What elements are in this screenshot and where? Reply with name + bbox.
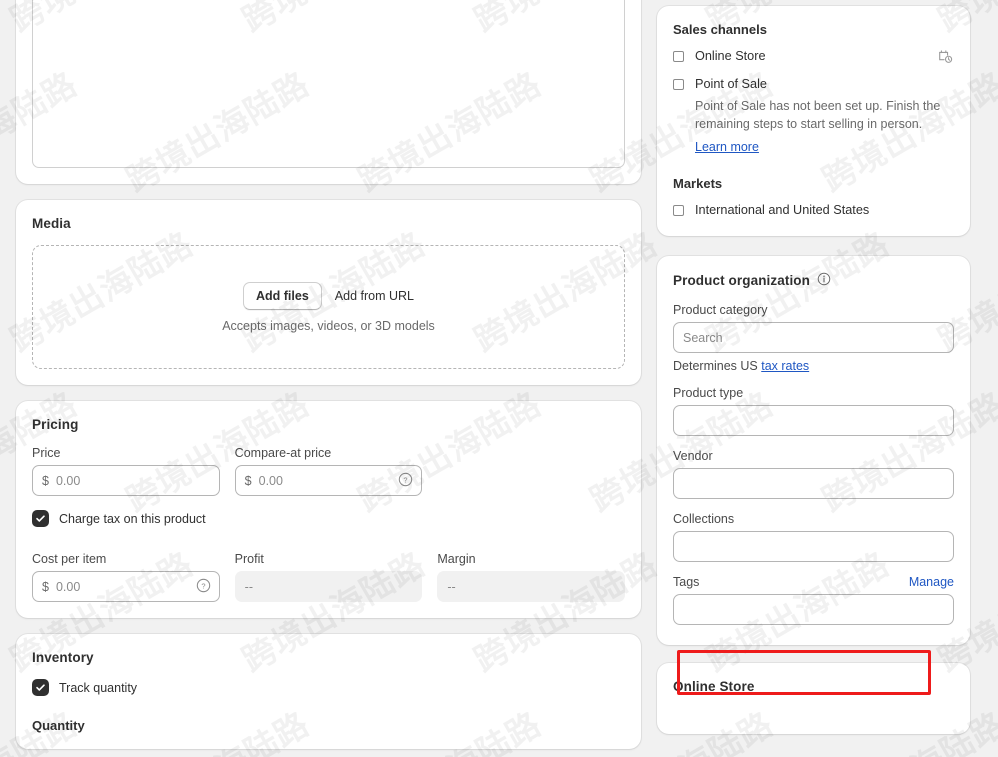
media-title: Media bbox=[32, 216, 71, 231]
main-column: Media Add files Add from URL Accepts ima… bbox=[16, 0, 641, 757]
tags-label: Tags bbox=[673, 575, 700, 590]
info-circle-icon[interactable] bbox=[817, 272, 831, 289]
sales-channels-title: Sales channels bbox=[673, 22, 767, 37]
page-columns: Media Add files Add from URL Accepts ima… bbox=[0, 0, 998, 757]
cost-per-item-field: Cost per item $ 0.00 ? bbox=[32, 552, 220, 602]
collections-input[interactable] bbox=[673, 531, 954, 563]
point-of-sale-checkbox[interactable] bbox=[673, 78, 684, 90]
price-currency-prefix: $ bbox=[42, 473, 49, 488]
market-body: International and United States bbox=[695, 203, 954, 218]
margin-field: Margin -- bbox=[437, 552, 626, 602]
learn-more-link[interactable]: Learn more bbox=[695, 140, 759, 154]
pricing-spacer-1 bbox=[437, 446, 625, 496]
online-store-body: Online Store bbox=[695, 49, 954, 64]
online-store-card-title: Online Store bbox=[673, 679, 755, 695]
add-files-button[interactable]: Add files bbox=[243, 281, 322, 310]
track-quantity-row[interactable]: Track quantity bbox=[32, 679, 625, 696]
tax-rates-link[interactable]: tax rates bbox=[761, 359, 809, 373]
help-circle-icon[interactable]: ? bbox=[398, 472, 413, 490]
online-store-label: Online Store bbox=[695, 49, 766, 63]
inventory-card: Inventory Track quantity Quantity bbox=[16, 634, 641, 749]
product-category-placeholder: Search bbox=[683, 330, 723, 345]
product-organization-title-row: Product organization bbox=[673, 272, 954, 289]
tags-input[interactable] bbox=[673, 594, 954, 626]
cost-placeholder: 0.00 bbox=[55, 579, 81, 594]
description-card bbox=[16, 0, 641, 184]
price-label: Price bbox=[32, 446, 61, 460]
charge-tax-label: Charge tax on this product bbox=[59, 511, 206, 526]
price-input[interactable]: $ 0.00 bbox=[32, 465, 220, 496]
cost-per-item-label: Cost per item bbox=[32, 552, 107, 566]
vendor-input[interactable] bbox=[673, 468, 954, 500]
add-from-url-button[interactable]: Add from URL bbox=[335, 289, 414, 303]
helper-prefix-text: Determines US bbox=[673, 359, 762, 374]
product-organization-card: Product organization Product category Se… bbox=[657, 256, 970, 646]
compare-placeholder: 0.00 bbox=[258, 473, 283, 488]
tags-header: Tags Manage bbox=[673, 575, 954, 589]
manage-tags-link[interactable]: Manage bbox=[909, 575, 954, 589]
sales-channel-online-store[interactable]: Online Store bbox=[673, 49, 954, 64]
profit-label: Profit bbox=[234, 552, 264, 566]
sales-channel-point-of-sale[interactable]: Point of Sale Point of Sale has not been… bbox=[673, 76, 954, 156]
compare-at-price-label: Compare-at price bbox=[234, 446, 332, 460]
product-category-field: Product category Search bbox=[673, 303, 954, 354]
compare-currency-prefix: $ bbox=[244, 473, 252, 488]
market-checkbox[interactable] bbox=[673, 205, 684, 217]
track-quantity-label: Track quantity bbox=[59, 680, 138, 695]
product-type-label: Product type bbox=[673, 386, 744, 401]
inventory-title: Inventory bbox=[32, 650, 94, 665]
description-editor[interactable] bbox=[32, 0, 625, 168]
vendor-label: Vendor bbox=[673, 449, 713, 464]
product-category-helper: Determines US tax rates bbox=[673, 359, 954, 373]
calendar-clock-icon[interactable] bbox=[937, 48, 954, 70]
point-of-sale-body: Point of Sale Point of Sale has not been… bbox=[695, 76, 954, 156]
cost-per-item-input[interactable]: $ 0.00 ? bbox=[32, 571, 220, 602]
market-international-united-states[interactable]: International and United States bbox=[673, 203, 954, 218]
media-hint: Accepts images, videos, or 3D models bbox=[222, 318, 435, 333]
pricing-row-2: Cost per item $ 0.00 ? Profit -- Margin … bbox=[32, 552, 626, 602]
point-of-sale-description: Point of Sale has not been set up. Finis… bbox=[695, 98, 941, 132]
product-category-input[interactable]: Search bbox=[673, 322, 954, 354]
point-of-sale-label: Point of Sale bbox=[695, 76, 767, 91]
market-label: International and United States bbox=[695, 203, 870, 218]
product-organization-title: Product organization bbox=[673, 273, 810, 289]
online-store-card: Online Store bbox=[657, 663, 970, 735]
sidebar-column: Sales channels Online Store Point of Sal… bbox=[657, 0, 970, 757]
media-actions: Add files Add from URL bbox=[243, 281, 414, 310]
pricing-row-1: Price $ 0.00 Compare-at price $ 0.00 ? bbox=[32, 446, 625, 496]
margin-label: Margin bbox=[437, 552, 476, 566]
markets-title: Markets bbox=[673, 176, 723, 192]
margin-value: -- bbox=[437, 571, 626, 602]
svg-text:?: ? bbox=[201, 581, 205, 590]
svg-text:?: ? bbox=[404, 475, 408, 484]
vendor-field: Vendor bbox=[673, 449, 954, 500]
price-field: Price $ 0.00 bbox=[32, 446, 220, 496]
pricing-title: Pricing bbox=[32, 417, 79, 432]
track-quantity-checkbox[interactable] bbox=[32, 679, 49, 696]
cost-currency-prefix: $ bbox=[42, 579, 49, 594]
media-dropzone[interactable]: Add files Add from URL Accepts images, v… bbox=[32, 245, 625, 369]
charge-tax-row[interactable]: Charge tax on this product bbox=[32, 510, 625, 527]
product-type-input[interactable] bbox=[673, 405, 954, 437]
collections-label: Collections bbox=[673, 512, 735, 527]
product-category-label: Product category bbox=[673, 303, 768, 318]
product-type-field: Product type bbox=[673, 386, 954, 437]
charge-tax-checkbox[interactable] bbox=[32, 510, 49, 527]
compare-at-price-input[interactable]: $ 0.00 ? bbox=[234, 465, 423, 496]
product-edit-page: Media Add files Add from URL Accepts ima… bbox=[0, 0, 998, 757]
profit-field: Profit -- bbox=[234, 552, 423, 602]
profit-value: -- bbox=[234, 571, 423, 602]
media-card: Media Add files Add from URL Accepts ima… bbox=[16, 200, 641, 385]
compare-at-price-field: Compare-at price $ 0.00 ? bbox=[234, 446, 423, 496]
tags-field: Tags Manage bbox=[673, 575, 954, 626]
collections-field: Collections bbox=[673, 512, 954, 563]
quantity-title: Quantity bbox=[32, 718, 85, 733]
price-placeholder: 0.00 bbox=[55, 473, 81, 488]
pricing-card: Pricing Price $ 0.00 Compare-at price $ bbox=[16, 401, 641, 618]
sales-channels-card: Sales channels Online Store Point of Sal… bbox=[657, 6, 970, 237]
online-store-checkbox[interactable] bbox=[673, 51, 684, 62]
help-circle-icon[interactable]: ? bbox=[196, 578, 211, 596]
